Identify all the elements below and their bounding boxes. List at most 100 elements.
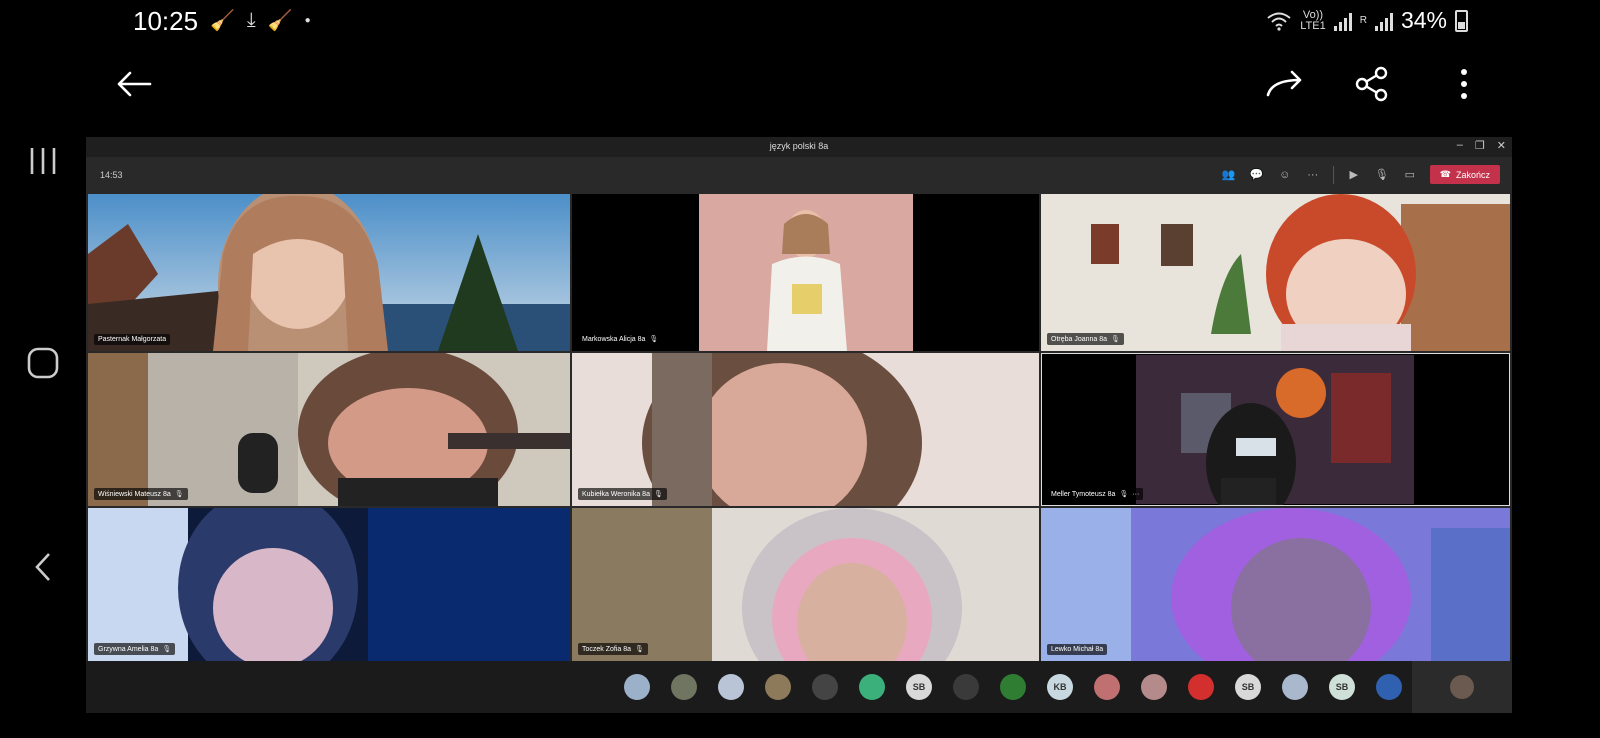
participant-avatar[interactable] — [1282, 674, 1308, 700]
participant-avatar[interactable] — [671, 674, 697, 700]
more-options-button[interactable] — [1440, 60, 1488, 108]
share-screen-icon[interactable]: ▭ — [1402, 167, 1418, 183]
window-title: język polski 8a — [769, 141, 829, 151]
participant-avatar[interactable] — [1376, 674, 1402, 700]
battery-icon — [1455, 9, 1468, 32]
reactions-icon[interactable]: ☺ — [1277, 167, 1293, 183]
mic-muted-icon: 🎙 — [1119, 491, 1129, 498]
video-tile[interactable]: Otręba Joanna 8a 🎙 — [1041, 194, 1510, 351]
broom-icon: 🧹 — [267, 10, 293, 32]
home-button[interactable] — [18, 338, 68, 388]
back-nav-button[interactable] — [18, 542, 68, 592]
minimize-icon[interactable]: – — [1457, 139, 1463, 152]
video-tile[interactable]: Meller Tymoteusz 8a 🎙 ··· — [1041, 353, 1510, 506]
participant-name-tag: Meller Tymoteusz 8a 🎙 ··· — [1047, 488, 1144, 500]
back-button[interactable] — [110, 60, 158, 108]
self-avatar — [1450, 675, 1474, 699]
separator — [1332, 165, 1334, 184]
meeting-tools: 👥 💬 ☺ ··· ▶ 🎙 ▭ ☎ Zakończ — [1221, 165, 1500, 184]
participant-name-tag: Grzywna Amelia 8a 🎙 — [94, 643, 176, 655]
participant-avatar[interactable] — [765, 674, 791, 700]
participant-avatar[interactable]: KB — [1047, 674, 1073, 700]
forward-arrow-icon — [1266, 70, 1302, 97]
mic-muted-icon: 🎙 — [649, 336, 659, 343]
participant-video — [572, 508, 1039, 661]
video-tile[interactable]: Lewko Michał 8a — [1041, 508, 1510, 661]
video-tile[interactable]: Markowska Alicja 8a 🎙 — [572, 194, 1039, 351]
video-grid: Pasternak Małgorzata Markowska Alicja 8a… — [88, 194, 1510, 661]
avatar-list: SB KB SB SB — [624, 674, 1402, 700]
participant-video — [1041, 194, 1510, 351]
battery-percent: 34% — [1400, 7, 1447, 33]
more-vertical-icon — [1461, 69, 1467, 99]
mic-muted-icon: 🎙 — [1111, 336, 1120, 343]
signal-icon — [1374, 11, 1393, 31]
participant-avatar[interactable] — [1141, 674, 1167, 700]
participant-avatar[interactable]: SB — [1329, 674, 1355, 700]
status-time: 10:25 — [133, 6, 199, 36]
participant-avatar[interactable] — [1188, 674, 1214, 700]
wifi-icon — [1267, 12, 1291, 31]
participant-name-tag: Wiśniewski Mateusz 8a 🎙 — [94, 488, 188, 500]
participant-video — [572, 194, 1039, 351]
participant-video — [572, 353, 1039, 506]
notification-icons: 🧹 ⤓ 🧹 ● — [210, 8, 311, 33]
network-type: Vo)) LTE1 — [1300, 8, 1326, 32]
participant-name-tag: Kubiełka Weronika 8a 🎙 — [578, 488, 667, 500]
video-tile[interactable]: Kubiełka Weronika 8a 🎙 — [572, 353, 1039, 506]
video-tile[interactable]: Wiśniewski Mateusz 8a 🎙 — [88, 353, 570, 506]
participant-video — [1041, 353, 1510, 506]
signal-icon — [1333, 11, 1352, 31]
participant-video — [88, 508, 570, 661]
participant-avatar[interactable] — [1000, 674, 1026, 700]
close-icon[interactable]: ✕ — [1497, 139, 1506, 152]
download-icon: ⤓ — [246, 9, 256, 31]
chat-icon[interactable]: 💬 — [1249, 167, 1265, 183]
participants-icon[interactable]: 👥 — [1221, 167, 1237, 183]
participant-video — [1041, 508, 1510, 661]
self-preview[interactable] — [1412, 661, 1512, 713]
status-bar: 10:25 🧹 ⤓ 🧹 ● Vo)) LTE1 R 34% — [0, 0, 1600, 48]
participant-avatar[interactable] — [718, 674, 744, 700]
meeting-controls-bar: 14:53 👥 💬 ☺ ··· ▶ 🎙 ▭ ☎ Zakończ — [86, 157, 1512, 193]
recent-apps-button[interactable] — [18, 136, 68, 186]
more-icon[interactable]: ··· — [1132, 491, 1139, 498]
meeting-timer: 14:53 — [100, 170, 123, 180]
participant-name-tag: Pasternak Małgorzata — [94, 334, 171, 345]
participant-name-tag: Markowska Alicja 8a 🎙 — [578, 333, 663, 345]
phone-hangup-icon: ☎ — [1439, 169, 1451, 179]
share-button[interactable] — [1348, 60, 1396, 108]
participant-avatar[interactable] — [812, 674, 838, 700]
dot-icon: ● — [304, 15, 311, 26]
arrow-left-icon — [117, 71, 152, 97]
participant-avatar[interactable] — [953, 674, 979, 700]
maximize-icon[interactable]: ❐ — [1475, 139, 1485, 152]
participant-avatar[interactable]: SB — [1235, 674, 1261, 700]
forward-button[interactable] — [1262, 60, 1310, 108]
broom-icon: 🧹 — [210, 10, 235, 32]
roaming-label: R — [1359, 15, 1367, 26]
video-tile[interactable]: Pasternak Małgorzata — [88, 194, 570, 351]
mic-muted-icon: 🎙 — [162, 646, 172, 653]
end-call-label: Zakończ — [1455, 169, 1490, 180]
more-actions-icon[interactable]: ··· — [1305, 167, 1321, 183]
teams-window: język polski 8a – ❐ ✕ 14:53 👥 💬 ☺ ··· ▶ … — [86, 137, 1512, 713]
home-icon — [27, 347, 59, 379]
system-status: Vo)) LTE1 R 34% — [1266, 7, 1468, 34]
participant-name-tag: Toczek Zofia 8a 🎙 — [578, 643, 648, 655]
viewer-toolbar — [0, 50, 1600, 120]
window-titlebar: język polski 8a – ❐ ✕ — [86, 137, 1512, 157]
participant-avatar[interactable] — [859, 674, 885, 700]
participant-avatar[interactable] — [1094, 674, 1120, 700]
share-icon — [1355, 66, 1388, 102]
end-call-button[interactable]: ☎ Zakończ — [1429, 165, 1500, 184]
participant-avatar[interactable]: SB — [906, 674, 932, 700]
window-controls: – ❐ ✕ — [1457, 139, 1506, 152]
mic-muted-icon: 🎙 — [653, 491, 663, 498]
participants-strip: SB KB SB SB — [86, 661, 1512, 713]
participant-avatar[interactable] — [624, 674, 650, 700]
camera-off-icon[interactable]: ▶ — [1346, 167, 1362, 183]
video-tile[interactable]: Grzywna Amelia 8a 🎙 — [88, 508, 570, 661]
mic-off-icon[interactable]: 🎙 — [1374, 167, 1390, 183]
video-tile[interactable]: Toczek Zofia 8a 🎙 — [572, 508, 1039, 661]
